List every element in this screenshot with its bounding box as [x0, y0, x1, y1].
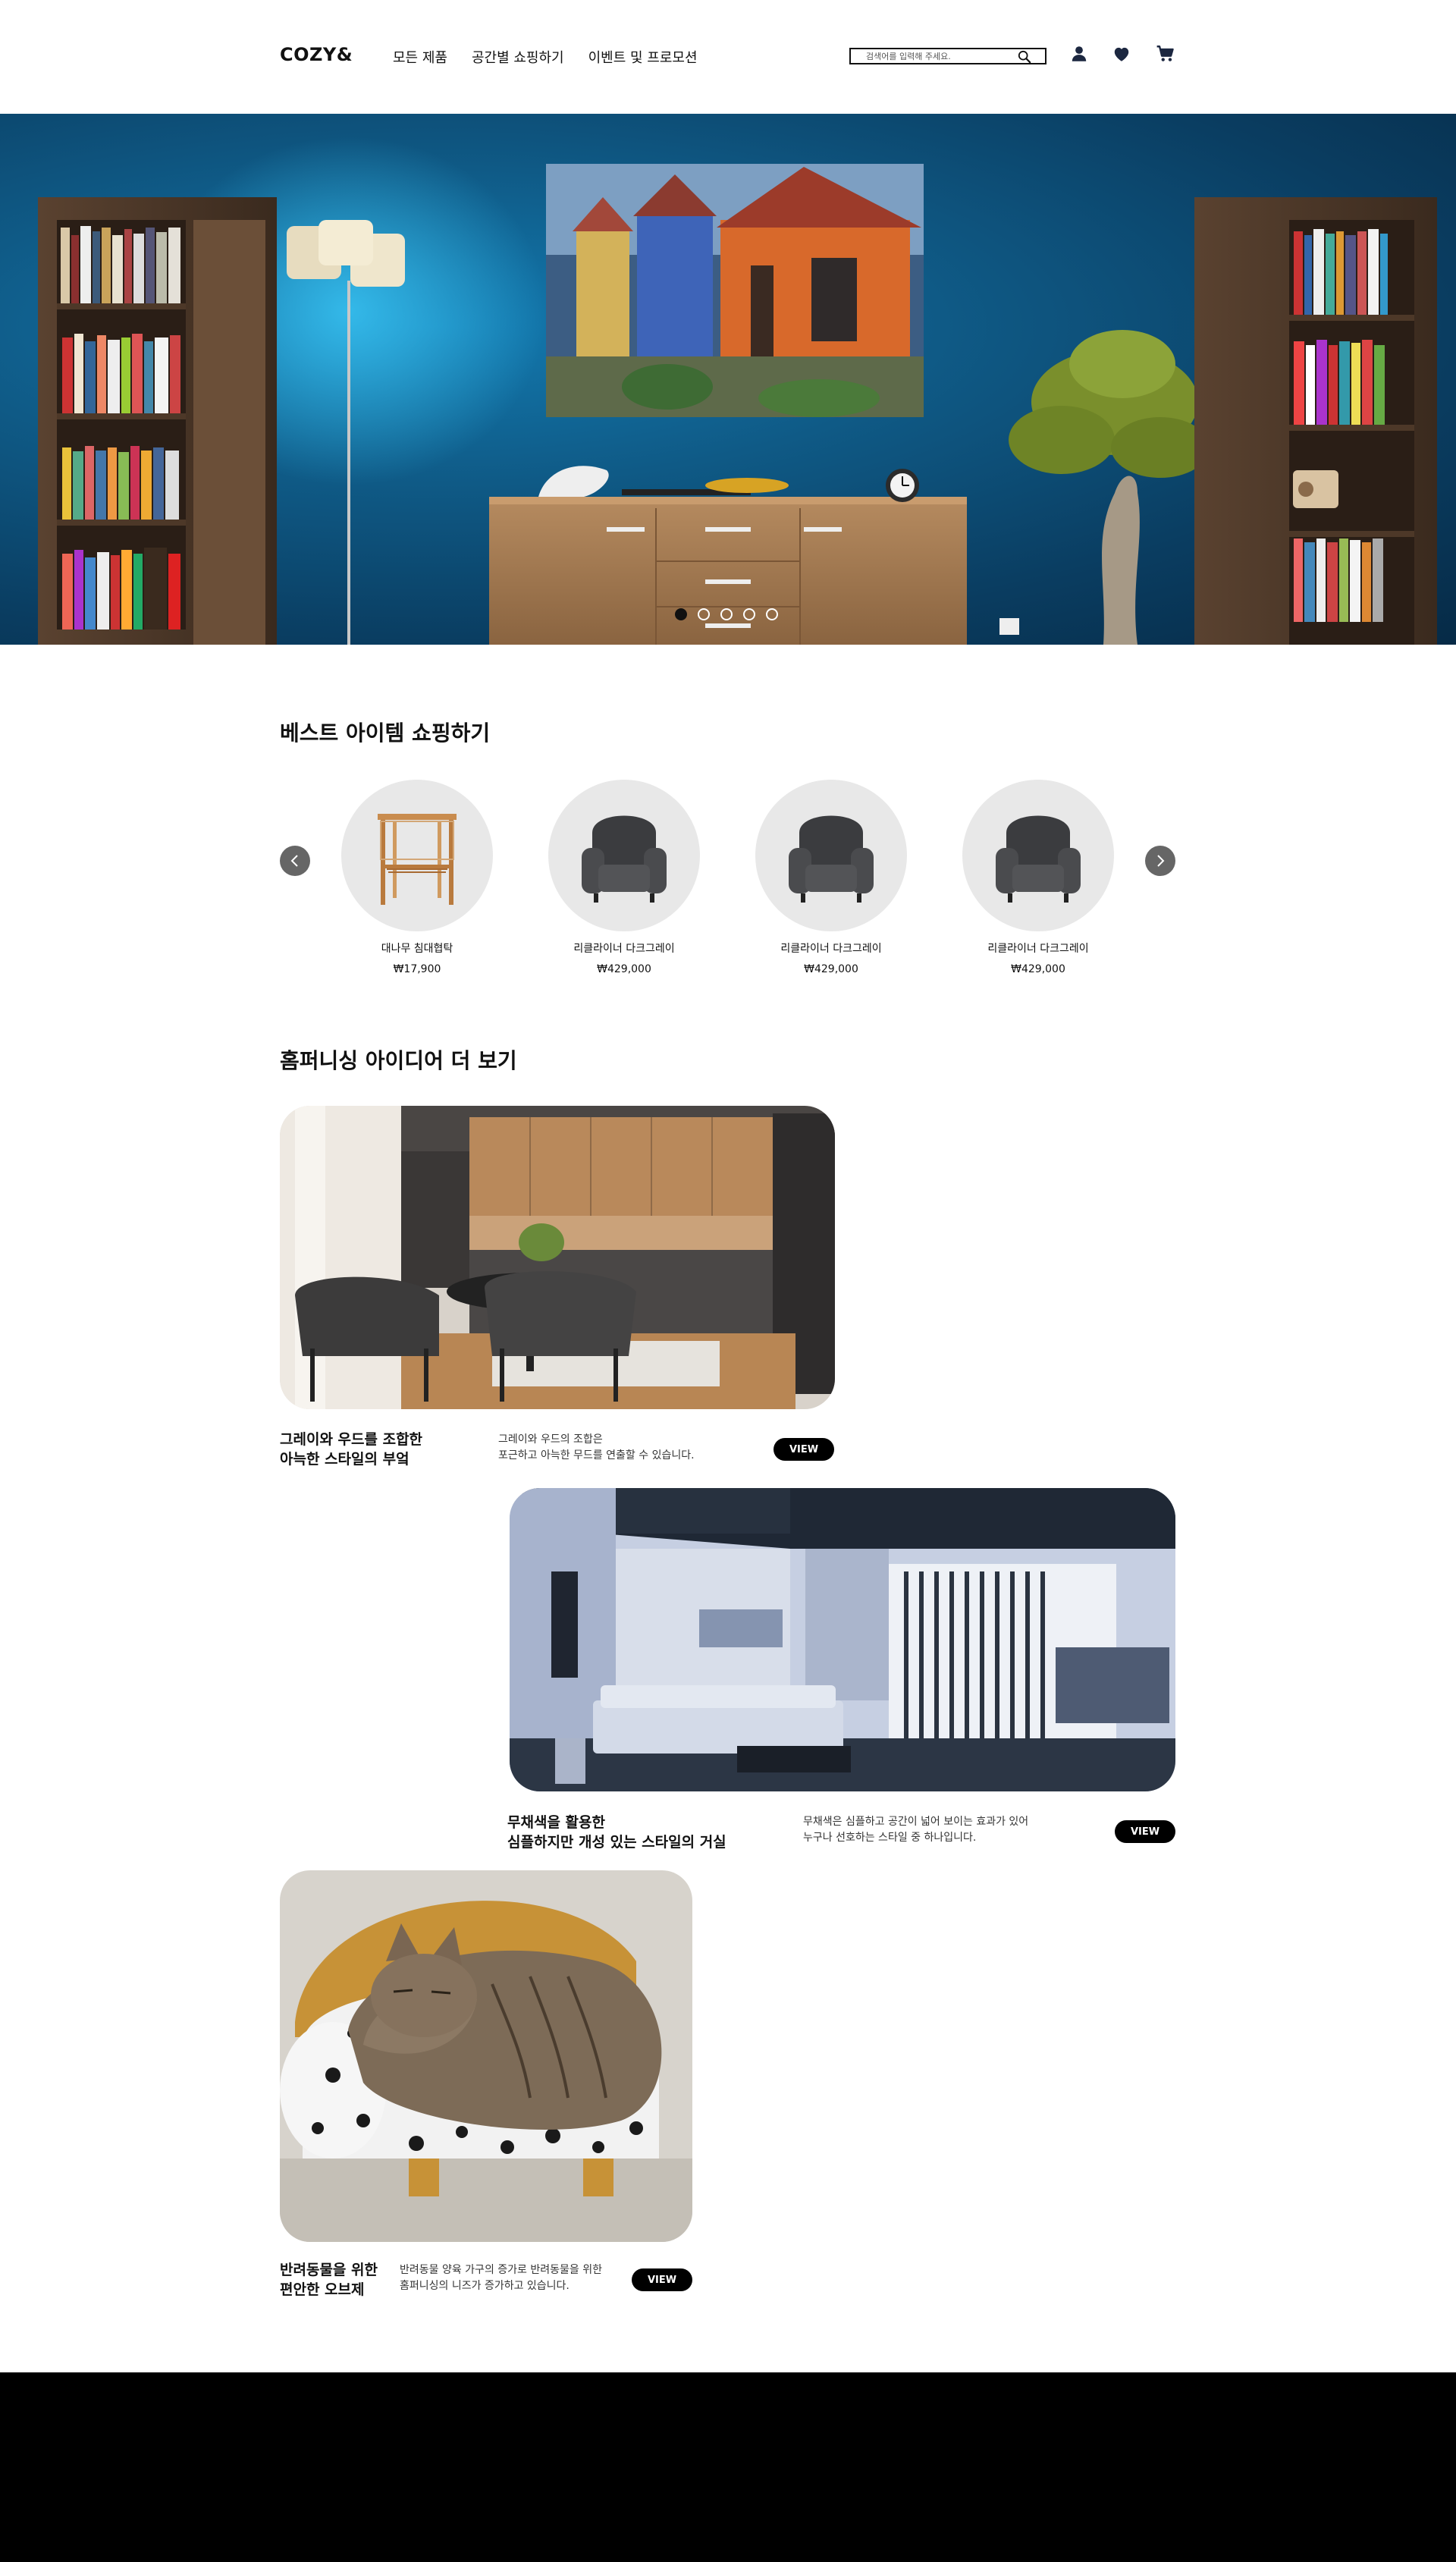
nav-events[interactable]: 이벤트 및 프로모션 — [588, 47, 698, 67]
heart-icon[interactable] — [1112, 44, 1131, 64]
nav-all-products[interactable]: 모든 제품 — [393, 47, 447, 67]
idea-description: 무채색은 심플하고 공간이 넓어 보이는 효과가 있어 누구나 선호하는 스타일… — [803, 1816, 1029, 1844]
slider-dots — [675, 608, 778, 620]
logo[interactable]: COZY& — [280, 44, 353, 65]
user-icon[interactable] — [1069, 44, 1089, 64]
product-price: ₩429,000 — [597, 963, 651, 975]
kitchen-idea-image[interactable] — [280, 1106, 835, 1409]
armchair-image — [582, 815, 667, 903]
idea-description: 반려동물 양육 가구의 증가로 반려동물을 위한 홈퍼니싱의 니즈가 증가하고 … — [400, 2264, 602, 2292]
product-name: 리클라이너 다크그레이 — [987, 943, 1089, 955]
product-name: 대나무 침대협탁 — [381, 943, 453, 955]
ideas-title: 홈퍼니싱 아이디어 더 보기 — [280, 1048, 517, 1073]
slider-dot[interactable] — [675, 608, 687, 620]
armchair-image — [996, 815, 1081, 903]
slider-dot[interactable] — [743, 608, 755, 620]
carousel-prev-button[interactable] — [280, 846, 310, 876]
nav-shop-by-room[interactable]: 공간별 쇼핑하기 — [472, 47, 564, 67]
main-nav: 모든 제품 공간별 쇼핑하기 이벤트 및 프로모션 — [393, 47, 698, 67]
idea-title: 그레이와 우드를 조합한 아늑한 스타일의 부엌 — [280, 1431, 423, 1468]
search-input[interactable] — [866, 50, 1018, 62]
product-price: ₩17,900 — [393, 963, 441, 975]
product-name: 리클라이너 다크그레이 — [573, 943, 675, 955]
idea-title: 무채색을 활용한 심플하지만 개성 있는 스타일의 거실 — [507, 1814, 726, 1851]
side-table-image — [378, 814, 457, 905]
product-card[interactable]: 리클라이너 다크그레이 ₩429,000 — [962, 780, 1114, 975]
site-header: COZY& 모든 제품 공간별 쇼핑하기 이벤트 및 프로모션 — [0, 0, 1456, 114]
product-image — [755, 780, 907, 931]
living-room-hero-image — [38, 137, 1437, 645]
search-icon[interactable] — [1018, 50, 1031, 64]
cart-icon[interactable] — [1156, 44, 1175, 64]
hero-banner — [0, 114, 1456, 645]
product-image — [341, 780, 493, 931]
product-card[interactable]: 대나무 침대협탁 ₩17,900 — [341, 780, 493, 975]
site-footer — [0, 2372, 1456, 2562]
product-card[interactable]: 리클라이너 다크그레이 ₩429,000 — [548, 780, 700, 975]
search-box — [849, 48, 1046, 64]
slider-dot[interactable] — [766, 608, 778, 620]
product-image — [962, 780, 1114, 931]
chevron-left-icon — [290, 855, 298, 867]
idea-description: 그레이와 우드의 조합은 포근하고 아늑한 무드를 연출할 수 있습니다. — [498, 1433, 695, 1462]
view-button[interactable]: VIEW — [1115, 1820, 1175, 1843]
view-button[interactable]: VIEW — [774, 1438, 834, 1461]
slider-dot[interactable] — [720, 608, 733, 620]
product-image — [548, 780, 700, 931]
living-room-idea-image[interactable] — [510, 1488, 1175, 1791]
product-price: ₩429,000 — [1011, 963, 1065, 975]
slider-dot[interactable] — [698, 608, 710, 620]
pet-idea-image[interactable] — [280, 1870, 692, 2242]
view-button[interactable]: VIEW — [632, 2268, 692, 2291]
armchair-image — [789, 815, 874, 903]
idea-title: 반려동물을 위한 편안한 오브제 — [280, 2262, 378, 2298]
product-price: ₩429,000 — [804, 963, 858, 975]
chevron-right-icon — [1157, 855, 1165, 867]
product-name: 리클라이너 다크그레이 — [780, 943, 882, 955]
best-items-title: 베스트 아이템 쇼핑하기 — [280, 721, 491, 746]
carousel-next-button[interactable] — [1145, 846, 1175, 876]
product-card[interactable]: 리클라이너 다크그레이 ₩429,000 — [755, 780, 907, 975]
